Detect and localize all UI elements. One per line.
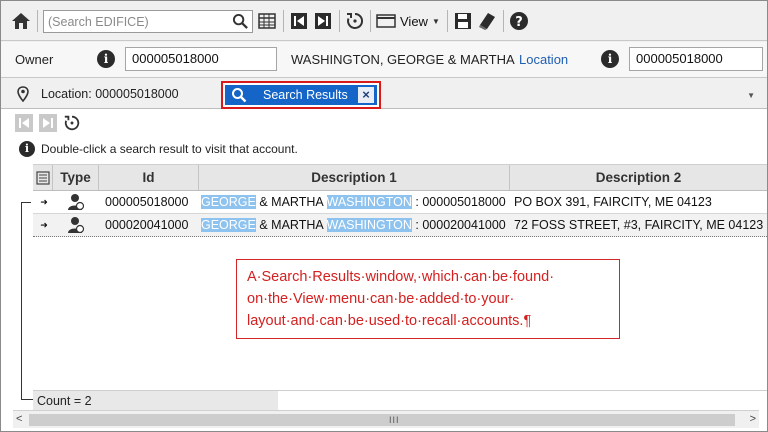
column-description-2[interactable]: Description 2 [510,165,767,190]
window-icon [376,14,396,28]
tab-location-label: Location: 000005018000 [41,87,179,101]
table-row[interactable]: ➜ 000005018000 GEORGE & MARTHA WASHINGTO… [33,191,767,214]
scrollbar-thumb[interactable]: III [29,414,735,426]
owner-label: Owner [15,52,54,67]
row-description-2: PO BOX 391, FAIRCITY, ME 04123 [514,195,712,209]
hint-text: Double-click a search result to visit th… [41,142,298,156]
grip-icon: III [389,415,400,425]
first-result-button[interactable] [15,114,33,132]
tab-strip: Location: 000005018000 Search Results × … [1,79,767,109]
highlight-last-name: WASHINGTON [326,218,412,232]
tab-location[interactable]: Location: 000005018000 [17,85,179,103]
view-menu-label: View [400,13,428,29]
close-tab-icon[interactable]: × [358,87,374,103]
app-window: View ▼ ? Owner i 000005018000 WASHINGTON… [0,0,768,432]
row-id: 000005018000 [105,195,189,209]
desc-middle: & MARTHA [255,195,327,209]
row-expand-icon[interactable]: ➜ [37,214,51,236]
toolbar-separator [370,10,371,32]
column-chooser-button[interactable] [33,165,53,190]
eraser-icon[interactable] [477,11,497,31]
refresh-icon[interactable] [63,114,81,132]
toolbar-separator [283,10,284,32]
info-icon: i [19,141,35,157]
desc-suffix: : 000020041000 [411,218,506,232]
owner-id-field[interactable]: 000005018000 [125,47,277,71]
grid-header: Type Id Description 1 Description 2 [33,164,767,191]
save-icon[interactable] [453,11,473,31]
desc-suffix: : 000005018000 [411,195,506,209]
first-record-icon[interactable] [289,11,309,31]
row-description-1: GEORGE & MARTHA WASHINGTON : 00000501800… [201,191,509,213]
home-icon[interactable] [11,11,31,31]
annotation-callout: A·Search·Results·window,·which·can·be·fo… [236,259,620,339]
scroll-right-icon[interactable]: > [750,413,756,425]
chevron-down-icon[interactable]: ▼ [747,91,755,100]
tab-search-results[interactable]: Search Results × [225,85,377,105]
chevron-down-icon: ▼ [431,16,440,26]
hint-row: i Double-click a search result to visit … [19,141,298,157]
toolbar-separator [447,10,448,32]
person-icon [67,214,87,236]
highlight-first-name: GEORGE [201,218,256,232]
callout-line-2: on·the·View·menu·can·be·added·to·your· [247,291,515,307]
svg-text:?: ? [515,15,523,30]
search-box[interactable] [43,10,253,33]
row-description-2: 72 FOSS STREET, #3, FAIRCITY, ME 04123 [514,218,764,232]
callout-line-3: layout·and·can·be·used·to·recall·account… [247,313,532,329]
scroll-left-icon[interactable]: < [16,413,22,425]
tab-search-results-highlight: Search Results × [221,81,381,109]
next-record-icon [43,118,53,128]
owner-bar: Owner i 000005018000 WASHINGTON, GEORGE … [1,42,767,78]
list-icon [35,170,50,185]
toolbar-separator [503,10,504,32]
search-input[interactable] [48,14,228,30]
grid-icon[interactable] [257,11,277,31]
callout-line-1: A·Search·Results·window,·which·can·be·fo… [247,269,555,285]
info-icon[interactable]: i [601,50,619,68]
toolbar-separator [37,10,38,32]
table-row[interactable]: ➜ 000020041000 GEORGE & MARTHA WASHINGTO… [33,214,767,237]
main-toolbar: View ▼ ? [1,1,767,41]
person-icon [67,191,87,213]
panel-navigation [15,113,81,133]
results-grid: Type Id Description 1 Description 2 ➜ 00… [33,164,767,237]
result-count: Count = 2 [33,391,278,411]
owner-name: WASHINGTON, GEORGE & MARTHA [291,52,515,67]
tree-connector-top [21,202,31,203]
count-bar: Count = 2 [33,390,767,411]
highlight-first-name: GEORGE [201,195,256,209]
row-description-1: GEORGE & MARTHA WASHINGTON : 00002004100… [201,214,509,236]
horizontal-scrollbar[interactable]: < III > [13,410,759,428]
toolbar-separator [339,10,340,32]
location-id-field[interactable]: 000005018000 [629,47,763,71]
row-expand-icon[interactable]: ➜ [37,191,51,213]
search-icon [232,88,247,103]
row-id: 000020041000 [105,218,189,232]
help-icon[interactable]: ? [509,11,529,31]
next-result-button[interactable] [39,114,57,132]
column-type[interactable]: Type [53,165,99,190]
map-pin-icon [17,86,29,102]
column-id[interactable]: Id [99,165,199,190]
location-link[interactable]: Location [519,52,568,67]
column-description-1[interactable]: Description 1 [199,165,510,190]
view-menu-button[interactable]: View ▼ [376,11,440,31]
search-icon[interactable] [232,13,249,30]
highlight-last-name: WASHINGTON [326,195,412,209]
tree-connector-bottom [21,399,33,400]
desc-middle: & MARTHA [255,218,327,232]
refresh-icon[interactable] [345,11,365,31]
info-icon[interactable]: i [97,50,115,68]
first-record-icon [19,118,29,128]
next-record-icon[interactable] [313,11,333,31]
tab-search-results-label: Search Results [263,88,348,102]
